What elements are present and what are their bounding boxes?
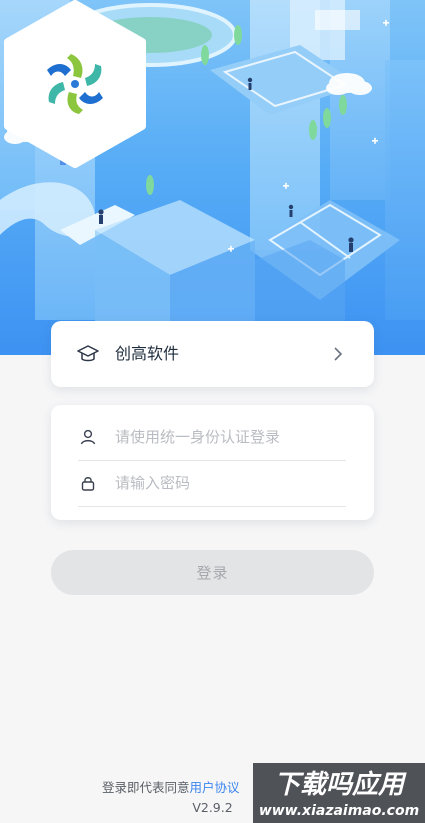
username-field-row [78,414,346,461]
username-input[interactable] [115,422,343,452]
school-selector[interactable]: 创高软件 [51,321,374,387]
svg-text:下载吗应用: 下载吗应用 [274,770,407,800]
graduation-cap-icon [77,345,99,362]
login-form [51,405,374,520]
user-agreement-link[interactable]: 用户协议 [190,780,240,795]
agreement-text: 登录即代表同意用户协议 [102,777,240,796]
user-icon [80,429,96,445]
site-watermark: 下载吗应用 www.xiazaimao.com [253,763,425,823]
hero-illustration [0,0,425,355]
password-field-row [78,460,346,507]
app-logo [4,0,146,168]
lock-icon [81,477,95,491]
chevron-right-icon [334,347,343,361]
password-input[interactable] [115,468,343,498]
login-button[interactable]: 登录 [51,550,374,595]
svg-text:www.xiazaimao.com: www.xiazaimao.com [259,803,419,819]
school-name: 创高软件 [115,344,180,363]
agreement-prefix: 登录即代表同意 [102,780,190,795]
